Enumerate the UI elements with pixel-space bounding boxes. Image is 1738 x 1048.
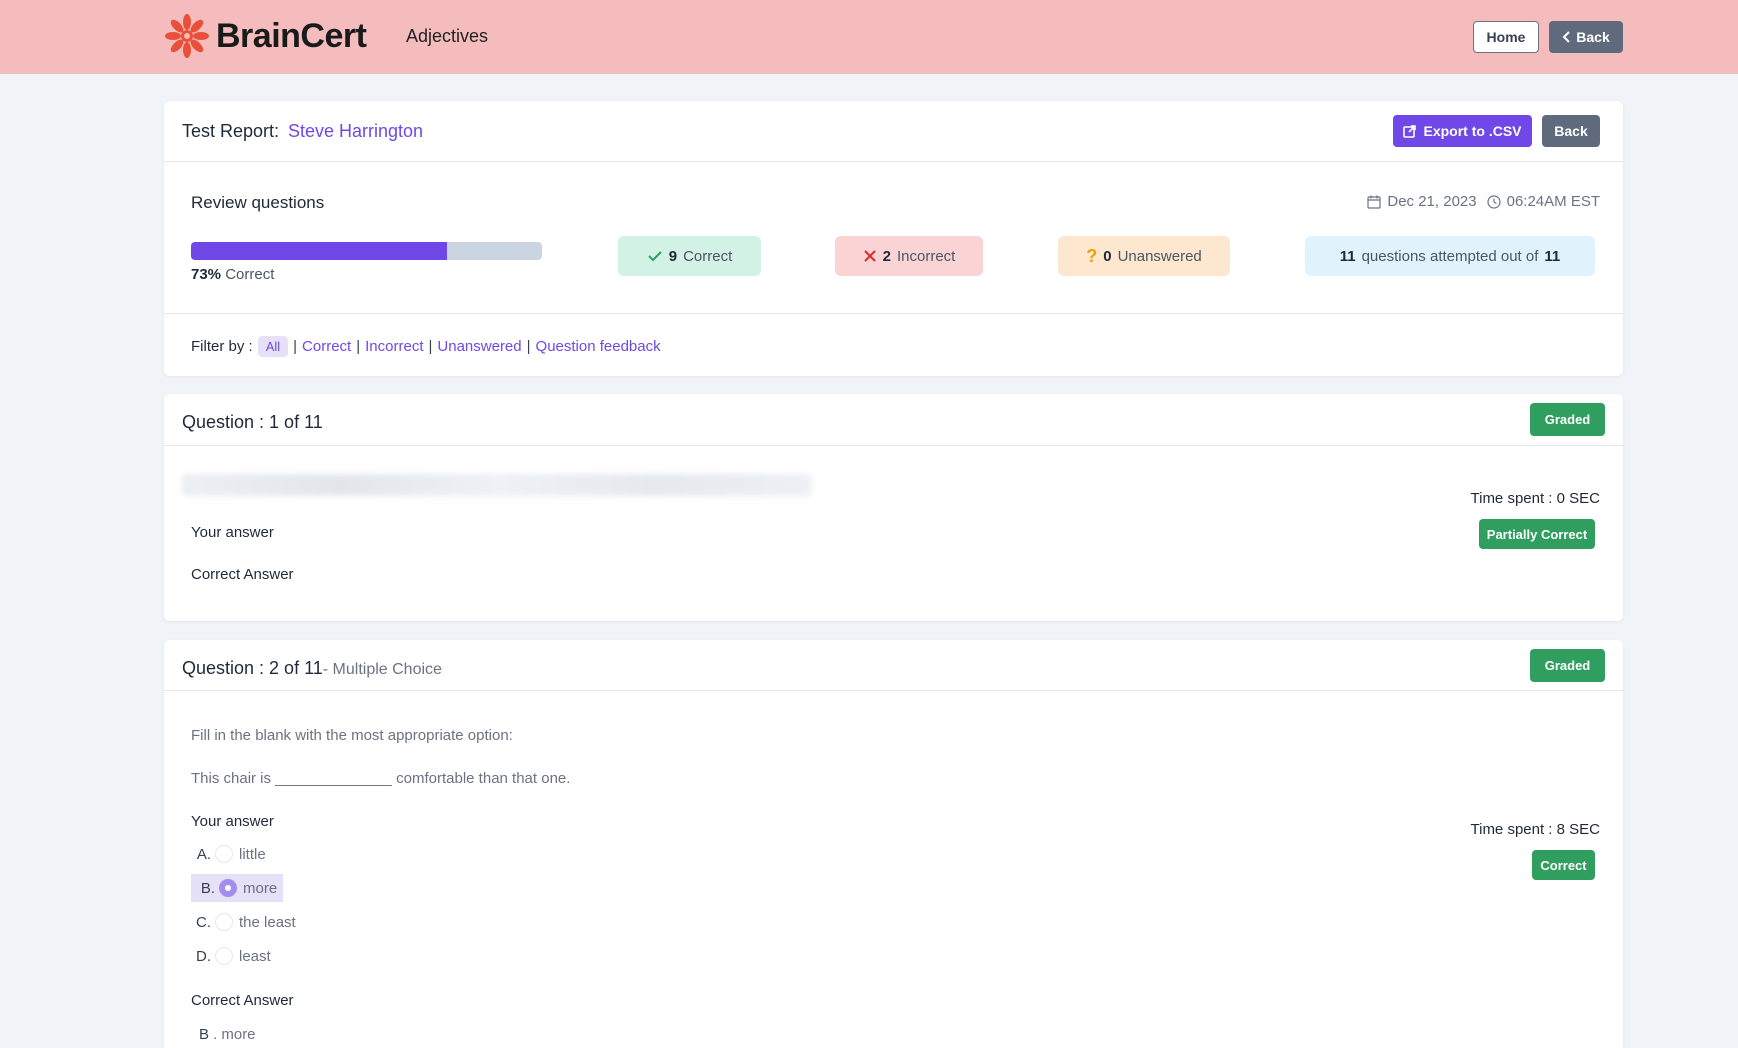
correct-answer-label: Correct Answer [191,566,294,583]
filter-label: Filter by : [191,338,253,355]
graded-badge: Graded [1530,403,1605,436]
option-c-text: the least [239,913,296,931]
option-d[interactable]: D. least [191,942,271,970]
braincert-logo[interactable]: BrainCert [162,13,367,59]
correct-count: 9 [668,247,678,265]
option-b-radio[interactable] [219,879,237,897]
filter-all[interactable]: All [257,336,289,357]
attempted-text: questions attempted out of [1361,247,1539,265]
export-icon [1403,125,1417,138]
unanswered-label: Unanswered [1117,247,1202,265]
option-a-radio[interactable] [215,845,233,863]
logo-icon [165,14,209,58]
correct-answer-text: . more [213,1025,256,1043]
course-title: Adjectives [406,26,489,46]
option-a-letter: A. [196,845,211,863]
attempted-summary-badge: 11 questions attempted out of 11 [1305,236,1595,276]
your-answer-label: Your answer [191,813,274,830]
question-2-title-row: Question : 2 of 11- Multiple Choice [182,658,442,679]
attempted-total: 11 [1544,247,1561,265]
question-2-sentence: This chair is ______________ comfortable… [191,770,571,787]
question-2-type: - Multiple Choice [322,661,442,678]
review-questions-title: Review questions [191,193,325,212]
question-2-time-spent: Time spent : 8 SEC [1470,821,1601,838]
score-percent-suffix: Correct [225,266,275,283]
unanswered-count: 0 [1103,247,1112,265]
correct-count-badge[interactable]: 9 Correct [618,236,761,276]
option-d-letter: D. [196,947,211,965]
option-b[interactable]: B. more [191,874,284,902]
back-button[interactable]: Back [1549,21,1623,53]
logo-text: BrainCert [216,16,367,55]
home-button[interactable]: Home [1473,21,1539,53]
score-progress-fill [191,242,448,260]
incorrect-label: Incorrect [896,247,956,265]
question-2-header: Question : 2 of 11- Multiple Choice Grad… [164,640,1623,691]
incorrect-count: 2 [882,247,891,265]
correct-answer-letter: B [199,1025,210,1043]
option-c[interactable]: C. the least [191,908,296,936]
option-a-text: little [239,845,266,863]
score-percent: 73% Correct [191,266,274,283]
report-datetime: Dec 21, 2023 06:24AM EST [1364,193,1600,210]
filter-question-feedback[interactable]: Question feedback [536,338,661,355]
export-csv-label: Export to .CSV [1423,123,1522,139]
partially-correct-badge: Partially Correct [1479,519,1595,549]
question-1-blurred-text [182,474,812,496]
question-1-header: Question : 1 of 11 Graded [164,394,1623,446]
score-percent-value: 73% [191,266,222,283]
incorrect-count-badge[interactable]: 2 Incorrect [835,236,983,276]
clock-icon [1487,194,1501,209]
your-answer-label: Your answer [191,524,274,541]
filter-unanswered[interactable]: Unanswered [437,338,521,355]
report-date: Dec 21, 2023 [1387,193,1477,210]
back-button-label: Back [1576,29,1610,45]
attempted-count: 11 [1339,247,1356,265]
option-d-text: least [239,947,271,965]
unanswered-count-badge[interactable]: ? 0 Unanswered [1058,236,1230,276]
filter-bar: Filter by : All | Correct | Incorrect | … [191,336,661,357]
question-card-2: Question : 2 of 11- Multiple Choice Grad… [164,640,1623,1048]
report-summary-card: Test Report: Steve Harrington Export to … [164,101,1623,376]
export-csv-button[interactable]: Export to .CSV [1393,115,1532,147]
close-icon [863,250,876,262]
option-d-radio[interactable] [215,947,233,965]
question-mark-icon: ? [1086,245,1098,266]
correct-badge: Correct [1532,850,1595,880]
option-a[interactable]: A. little [191,840,266,868]
filter-correct[interactable]: Correct [302,338,351,355]
report-time: 06:24AM EST [1506,193,1600,210]
calendar-icon [1367,195,1381,209]
option-c-letter: C. [196,913,211,931]
option-c-radio[interactable] [215,913,233,931]
divider [164,313,1623,314]
chevron-left-icon [1562,31,1570,43]
question-card-1: Question : 1 of 11 Graded Time spent : 0… [164,394,1623,621]
correct-answer-value: B . more [191,1020,256,1048]
report-header: Test Report: Steve Harrington Export to … [164,101,1623,162]
score-progress-bar [191,242,542,260]
student-name: Steve Harrington [288,121,424,141]
question-2-title: Question : 2 of 11 [182,658,323,678]
report-back-button[interactable]: Back [1542,115,1600,147]
correct-label: Correct [683,247,733,265]
question-1-time-spent: Time spent : 0 SEC [1470,490,1601,507]
top-bar: BrainCert Adjectives Home Back [0,0,1738,74]
filter-incorrect[interactable]: Incorrect [365,338,423,355]
question-2-instruction: Fill in the blank with the most appropri… [191,727,513,744]
graded-badge: Graded [1530,649,1605,682]
check-icon [648,251,662,262]
report-label: Test Report: [182,121,280,141]
question-1-title: Question : 1 of 11 [182,412,323,432]
option-b-text: more [243,879,278,897]
correct-answer-label: Correct Answer [191,992,294,1009]
option-b-letter: B. [200,879,215,897]
